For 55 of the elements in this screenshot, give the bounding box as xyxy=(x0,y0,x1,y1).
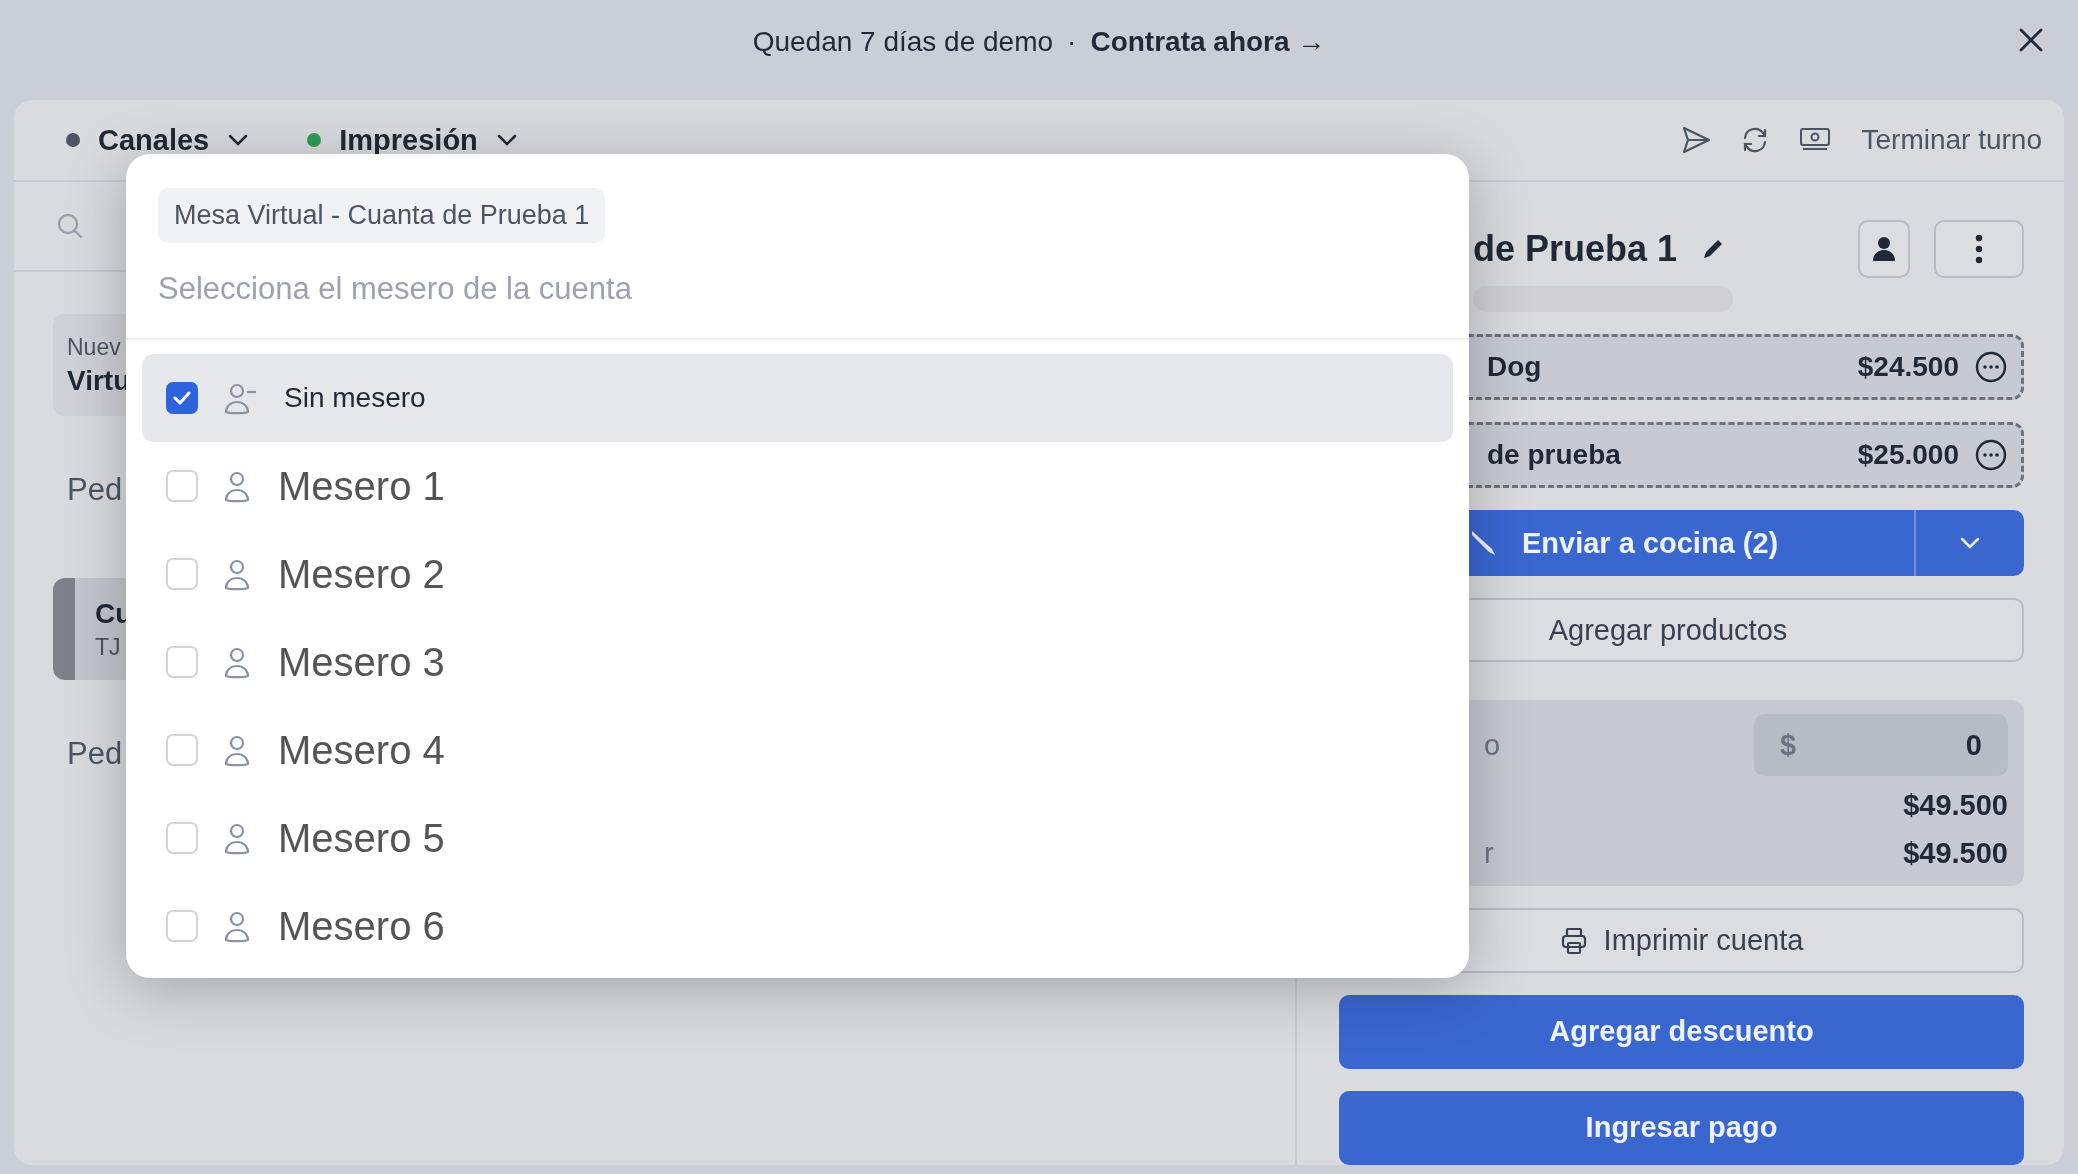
waiter-option[interactable]: Sin mesero xyxy=(142,354,1453,442)
contract-link[interactable]: Contrata ahora → xyxy=(1090,26,1326,58)
check-icon xyxy=(173,391,191,405)
total-amount: $49.500 xyxy=(1903,836,2008,870)
person-icon xyxy=(224,821,252,855)
person-icon xyxy=(224,557,252,591)
customer-button[interactable] xyxy=(1858,220,1910,278)
more-icon[interactable] xyxy=(1975,351,2007,383)
end-shift-button[interactable]: Terminar turno xyxy=(1861,124,2042,156)
printer-icon xyxy=(1559,926,1588,955)
chevron-down-icon xyxy=(1959,536,1981,551)
total-amount: $49.500 xyxy=(1903,788,2008,822)
channel-dropdown[interactable]: Canales xyxy=(66,123,250,157)
item-price: $25.000 xyxy=(1857,439,1959,472)
close-icon[interactable] xyxy=(2018,27,2044,53)
waiter-name: Mesero 6 xyxy=(278,903,445,949)
waiter-option[interactable]: Mesero 5 xyxy=(142,794,1453,882)
channel-dropdown[interactable]: Impresión xyxy=(307,123,518,157)
item-name: Dog xyxy=(1487,351,1543,383)
person-icon xyxy=(224,733,252,767)
waiter-name: Mesero 5 xyxy=(278,815,445,861)
waiter-name: Mesero 2 xyxy=(278,551,445,597)
waiter-option[interactable]: Mesero 4 xyxy=(142,706,1453,794)
checkbox[interactable] xyxy=(166,382,198,414)
banknote-icon[interactable] xyxy=(1799,127,1832,153)
discount-button[interactable]: Agregar descuento xyxy=(1339,995,2024,1069)
person-icon xyxy=(224,909,252,943)
search-field[interactable]: Selecciona el mesero de la cuenta xyxy=(158,271,958,307)
chevron-down-icon xyxy=(227,133,250,147)
waiter-name: Mesero 1 xyxy=(278,463,445,509)
order-caption: Nuev xyxy=(67,333,121,361)
person-icon xyxy=(224,645,252,679)
section-heading: Ped xyxy=(67,472,123,507)
account-chip: Mesa Virtual - Cuanta de Prueba 1 xyxy=(158,188,606,243)
order-caption: TJ xyxy=(95,633,121,661)
person-icon xyxy=(1872,235,1896,263)
person-icon xyxy=(224,469,252,503)
waiter-name: Sin mesero xyxy=(284,382,426,414)
chevron-down-icon xyxy=(495,133,518,147)
banner-text: Quedan 7 días de demo xyxy=(752,26,1054,58)
section-heading: Ped xyxy=(67,736,123,771)
account-title: de Prueba 1 xyxy=(1473,228,1678,270)
waiter-name: Mesero 3 xyxy=(278,639,445,685)
more-icon[interactable] xyxy=(1975,439,2007,472)
person-minus-icon xyxy=(224,381,258,415)
total-label: o xyxy=(1484,728,1501,762)
item-price: $24.500 xyxy=(1857,351,1959,383)
send-icon[interactable] xyxy=(1681,126,1712,154)
total-label: r xyxy=(1484,836,1494,870)
item-name: de prueba xyxy=(1487,439,1622,472)
amount-field[interactable]: $ 0 xyxy=(1754,714,2008,777)
more-icon xyxy=(1975,234,1983,264)
separator: · xyxy=(1067,26,1077,58)
waiter-name: Mesero 4 xyxy=(278,727,445,773)
pay-button[interactable]: Ingresar pago xyxy=(1339,1091,2024,1165)
